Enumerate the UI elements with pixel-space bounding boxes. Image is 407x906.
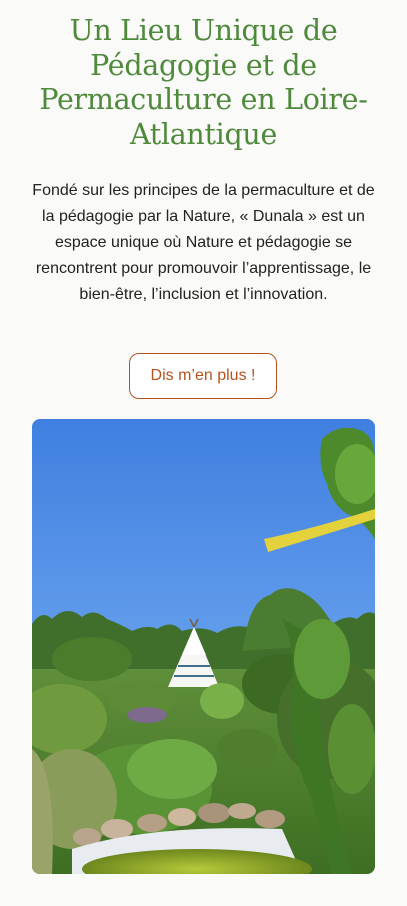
garden-photo [32, 419, 375, 874]
hero-title: Un Lieu Unique de Pédagogie et de Permac… [39, 14, 368, 151]
hero-description: Fondé sur les principes de la permacultu… [32, 182, 375, 303]
page: Un Lieu Unique de Pédagogie et de Permac… [0, 0, 407, 906]
learn-more-button[interactable]: Dis m’en plus ! [129, 353, 277, 399]
